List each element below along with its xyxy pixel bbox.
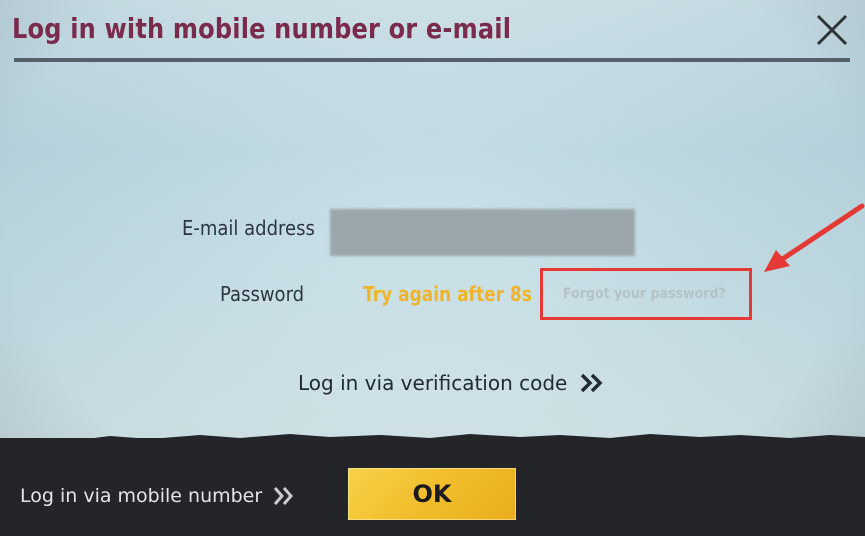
dialog-title: Log in with mobile number or e-mail [12,12,512,45]
annotation-arrow-icon [764,203,865,272]
close-icon [816,14,848,46]
ok-button[interactable]: OK [348,468,516,520]
retry-message: Try again after 8s [363,282,532,306]
password-label: Password [220,282,305,306]
double-chevron-right-icon [581,373,603,393]
title-divider [14,58,850,62]
double-chevron-right-icon [274,487,294,505]
mobile-number-link[interactable]: Log in via mobile number [20,482,298,510]
mobile-number-label: Log in via mobile number [20,485,263,507]
login-dialog: Log in with mobile number or e-mail E-ma… [0,0,865,536]
email-label: E-mail address [182,216,315,240]
verification-code-label: Log in via verification code [298,371,568,395]
verification-code-link[interactable]: Log in via verification code [298,368,607,398]
email-input[interactable] [330,209,635,256]
close-button[interactable] [808,6,856,54]
forgot-password-link[interactable]: Forgot your password? [563,286,726,302]
torn-edge-decoration [0,434,865,450]
